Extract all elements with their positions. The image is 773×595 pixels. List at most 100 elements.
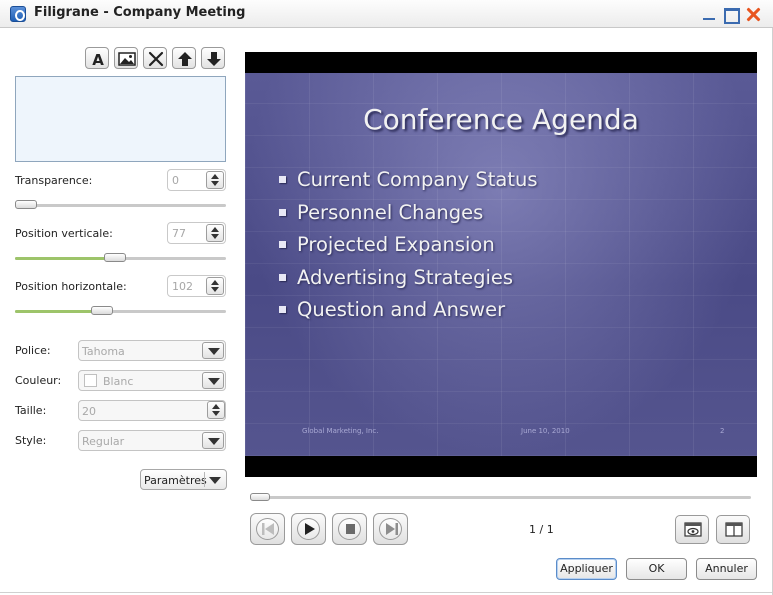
chevron-down-icon[interactable]: [202, 372, 224, 389]
slider-fill: [15, 257, 115, 260]
delete-button[interactable]: [143, 47, 167, 69]
transparence-label: Transparence:: [15, 174, 93, 187]
slider-thumb[interactable]: [90, 306, 113, 315]
chevron-down-icon[interactable]: [202, 342, 224, 359]
bullet-square-icon: [279, 208, 286, 216]
list-item: Personnel Changes: [279, 201, 538, 234]
slide-viewer: Conference Agenda Current Company Status…: [245, 52, 757, 477]
slider-thumb[interactable]: [103, 253, 126, 262]
bullet-square-icon: [279, 176, 286, 183]
chevron-down-icon[interactable]: [209, 477, 221, 484]
bullet-text: Advertising Strategies: [297, 265, 514, 289]
list-item: Advertising Strategies: [279, 266, 538, 299]
stop-icon: [346, 524, 355, 534]
spin-arrows-icon[interactable]: [206, 277, 224, 295]
police-label: Police:: [15, 344, 51, 357]
preview-mode-button[interactable]: [675, 515, 709, 544]
window-title: Filigrane - Company Meeting: [34, 5, 246, 20]
last-slide-button[interactable]: [373, 513, 408, 545]
position-horizontale-stepper[interactable]: 102: [167, 275, 226, 297]
color-swatch: [84, 374, 97, 387]
couleur-label: Couleur:: [15, 374, 62, 387]
cancel-button[interactable]: Annuler: [696, 558, 757, 580]
bullet-text: Question and Answer: [297, 298, 506, 321]
transparence-stepper[interactable]: 0: [167, 169, 226, 191]
image-icon: [118, 52, 136, 66]
style-select[interactable]: Regular: [78, 430, 226, 451]
window-border: [0, 592, 773, 593]
taille-spin[interactable]: [205, 401, 225, 420]
slide-footer-company: Global Marketing, Inc.: [302, 427, 379, 435]
position-horizontale-slider[interactable]: [15, 306, 226, 315]
list-item: Current Company Status: [279, 168, 538, 201]
spin-arrows-icon[interactable]: [207, 401, 225, 419]
title-bar: Filigrane - Company Meeting: [0, 0, 773, 28]
list-item: Projected Expansion: [279, 233, 538, 266]
position-verticale-stepper[interactable]: 77: [167, 222, 226, 244]
page-indicator: 1 / 1: [529, 523, 554, 536]
bullet-square-icon: [279, 273, 286, 281]
parametres-button[interactable]: Paramètres: [140, 469, 227, 490]
taille-stepper[interactable]: 20: [78, 400, 226, 421]
chevron-down-icon[interactable]: [202, 432, 224, 449]
slider-fill: [15, 310, 102, 313]
position-horizontale-label: Position horizontale:: [15, 280, 127, 293]
first-slide-button[interactable]: [250, 513, 285, 545]
parametres-label: Paramètres: [144, 474, 207, 487]
spin-arrows-icon[interactable]: [206, 171, 224, 189]
position-verticale-label: Position verticale:: [15, 227, 113, 240]
slide-bullet-list: Current Company Status Personnel Changes…: [279, 168, 538, 331]
police-value: Tahoma: [82, 345, 125, 358]
taille-label: Taille:: [15, 404, 47, 417]
position-verticale-value: 77: [172, 227, 186, 240]
couleur-select[interactable]: Blanc: [78, 370, 226, 391]
slider-thumb[interactable]: [15, 200, 37, 209]
move-up-icon: [178, 52, 192, 66]
bullet-square-icon: [279, 306, 286, 313]
bullet-text: Personnel Changes: [297, 200, 484, 224]
taille-value: 20: [82, 405, 96, 418]
move-down-button[interactable]: [201, 47, 225, 69]
ok-button[interactable]: OK: [626, 558, 687, 580]
style-label: Style:: [15, 434, 47, 447]
position-verticale-slider[interactable]: [15, 253, 226, 262]
bullet-text: Projected Expansion: [297, 233, 495, 256]
skip-forward-icon: [386, 523, 398, 535]
list-item: Question and Answer: [279, 298, 538, 331]
add-image-button[interactable]: [114, 47, 138, 69]
transparence-value: 0: [172, 174, 179, 187]
slide-preview: Conference Agenda Current Company Status…: [245, 73, 757, 456]
slide-title: Conference Agenda: [363, 103, 639, 136]
play-icon: [305, 523, 315, 535]
stop-button[interactable]: [332, 513, 367, 545]
seek-thumb[interactable]: [250, 493, 270, 501]
police-select[interactable]: Tahoma: [78, 340, 226, 361]
slide-footer-page: 2: [720, 427, 725, 435]
split-view-button[interactable]: [716, 515, 750, 544]
move-up-button[interactable]: [172, 47, 196, 69]
add-text-button[interactable]: A: [85, 47, 109, 69]
svg-text:A: A: [92, 51, 104, 68]
preview-icon: [684, 522, 702, 537]
spin-arrows-icon[interactable]: [206, 224, 224, 242]
divider: [204, 472, 205, 487]
text-icon: A: [92, 51, 104, 68]
close-icon[interactable]: [744, 5, 762, 23]
app-icon: [10, 6, 26, 22]
bullet-text: Current Company Status: [297, 168, 538, 191]
couleur-value: Blanc: [103, 375, 134, 388]
transparence-slider[interactable]: [15, 200, 226, 209]
slide-footer-date: June 10, 2010: [521, 427, 570, 435]
playback-seek-bar[interactable]: [250, 493, 751, 501]
move-down-icon: [207, 52, 221, 66]
style-value: Regular: [82, 435, 125, 448]
maximize-icon[interactable]: [722, 5, 740, 24]
skip-back-icon: [262, 523, 274, 535]
watermark-element-list[interactable]: [15, 76, 226, 162]
position-horizontale-value: 102: [172, 280, 193, 293]
play-button[interactable]: [291, 513, 326, 545]
minimize-icon[interactable]: [700, 5, 718, 23]
apply-button[interactable]: Appliquer: [556, 558, 617, 580]
split-view-icon: [725, 522, 743, 537]
delete-icon: [148, 51, 164, 67]
